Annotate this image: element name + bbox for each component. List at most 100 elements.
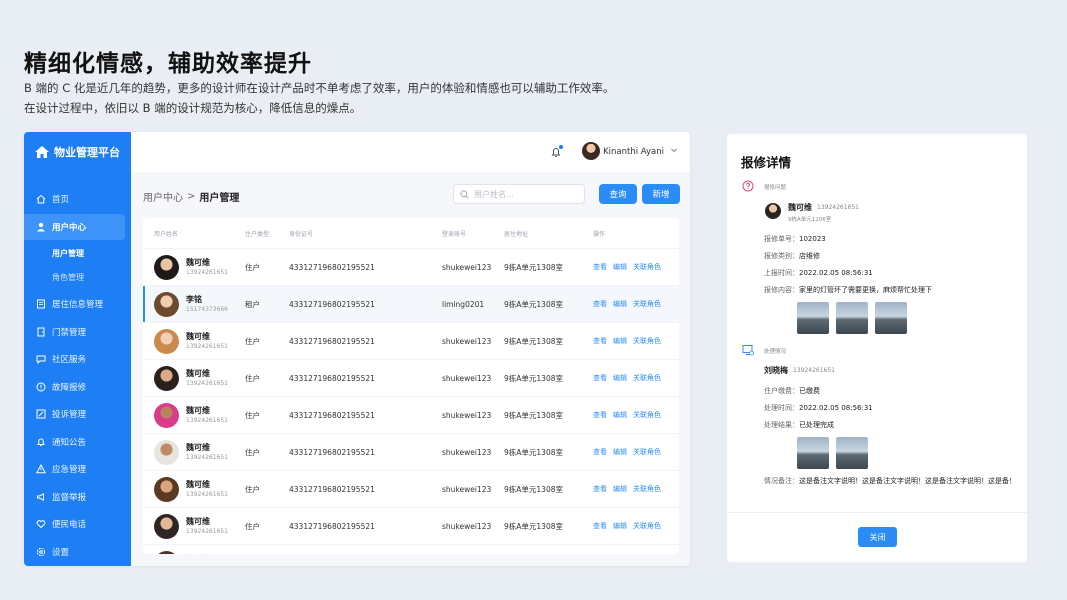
sidebar-item-repair[interactable]: 故障报修 — [24, 374, 131, 400]
megaphone-icon — [37, 492, 44, 501]
view-link[interactable]: 查看 — [593, 521, 607, 531]
view-link[interactable]: 查看 — [593, 447, 607, 457]
link-role-link[interactable]: 关联角色 — [633, 410, 661, 420]
cell-user: 魏可维13924261651 — [143, 550, 245, 554]
brand[interactable]: 物业管理平台 — [24, 132, 131, 172]
edit-link[interactable]: 编辑 — [613, 521, 627, 531]
user-name[interactable]: Kinanthi Ayani — [603, 147, 664, 157]
field-label: 报修类别： — [764, 252, 799, 260]
breadcrumb: 用户中心 > 用户管理 — [143, 189, 239, 204]
result-photo[interactable] — [836, 437, 868, 469]
chevron-down-icon[interactable] — [670, 146, 678, 154]
query-button[interactable]: 查询 — [599, 184, 637, 204]
sidebar-item-label: 应急管理 — [52, 465, 87, 475]
cell-ops: 查看 编辑 关联角色 — [593, 336, 679, 346]
link-role-link[interactable]: 关联角色 — [633, 521, 661, 531]
cell-account: shukewei123 — [442, 373, 492, 383]
result-photo[interactable] — [797, 437, 829, 469]
field-value: 2022.02.05 08:56:31 — [799, 269, 873, 277]
table-row[interactable]: 魏可维13924261651住户433127196802195521shukew… — [143, 322, 679, 359]
cell-type: 住户 — [245, 447, 260, 457]
sidebar-subitem-role-mgmt[interactable]: 角色管理 — [24, 266, 131, 290]
field-value: 这是备注文字说明！这是备注文字说明！这是备注文字说明！这是备！ — [799, 477, 1016, 485]
sidebar-item-label: 居住信息管理 — [52, 300, 104, 310]
cell-user: 魏可维13924261651 — [143, 365, 245, 391]
link-role-link[interactable]: 关联角色 — [633, 262, 661, 272]
sidebar-item-residence[interactable]: 居住信息管理 — [24, 291, 131, 317]
edit-link[interactable]: 编辑 — [613, 410, 627, 420]
sidebar-item-home[interactable]: 首页 — [24, 186, 131, 212]
field-label: 处理时间： — [764, 404, 799, 412]
table-header: 用户姓名 住户类型 身份证号 登录账号 居住地址 操作 — [143, 218, 679, 248]
sidebar-item-phone[interactable]: 便民电话 — [24, 511, 131, 537]
sidebar-item-label: 用户中心 — [52, 222, 87, 233]
view-link[interactable]: 查看 — [593, 262, 607, 272]
sidebar-item-user-center[interactable]: 用户中心 — [24, 213, 125, 240]
search-box[interactable] — [453, 184, 585, 204]
edit-link[interactable]: 编辑 — [613, 447, 627, 457]
sidebar-item-label: 设置 — [52, 547, 70, 558]
cell-ops: 查看 编辑 关联角色 — [593, 299, 679, 309]
view-link[interactable]: 查看 — [593, 410, 607, 420]
sidebar-item-settings[interactable]: 设置 — [24, 539, 131, 565]
cell-type: 租户 — [245, 299, 260, 309]
repair-photo[interactable] — [836, 302, 868, 334]
table-row[interactable]: 魏可维13924261651住户433127196802195521shukew… — [143, 359, 679, 396]
sidebar-item-emergency[interactable]: 应急管理 — [24, 456, 131, 482]
user-name: 魏可维 — [186, 258, 210, 267]
search-input[interactable] — [474, 189, 574, 199]
table-row[interactable]: 魏可维13924261651住户433127196802195521shukew… — [143, 248, 679, 285]
brand-name: 物业管理平台 — [54, 146, 120, 159]
close-button[interactable]: 关闭 — [858, 527, 897, 547]
repair-detail-panel: 报修详情 报修问题 魏可维 13924261651 9栋A单元1206室 报修单… — [727, 134, 1027, 562]
view-link[interactable]: 查看 — [593, 484, 607, 494]
link-role-link[interactable]: 关联角色 — [633, 373, 661, 383]
reporter-address: 9栋A单元1206室 — [788, 217, 832, 223]
col-header-account: 登录账号 — [442, 230, 467, 238]
user-name: 魏可维 — [186, 332, 210, 341]
view-link[interactable]: 查看 — [593, 336, 607, 346]
table-row[interactable]: 李铭 15174373666 租户 433127196802195521 liming0… — [143, 285, 679, 322]
add-button[interactable]: 新增 — [642, 184, 680, 204]
link-role-link[interactable]: 关联角色 — [633, 336, 661, 346]
edit-link[interactable]: 编辑 — [613, 336, 627, 346]
link-role-link[interactable]: 关联角色 — [633, 484, 661, 494]
table-row[interactable]: 魏可维13924261651住户433127196802195521shukew… — [143, 396, 679, 433]
cell-ops: 查看 编辑 关联角色 — [593, 447, 679, 457]
user-phone: 15174373666 — [186, 306, 228, 313]
table-row[interactable]: 魏可维13924261651住户433127196802195521shukew… — [143, 470, 679, 507]
link-role-link[interactable]: 关联角色 — [633, 299, 661, 309]
repair-photo[interactable] — [875, 302, 907, 334]
table-row[interactable]: 魏可维13924261651住户433127196802195521shukew… — [143, 507, 679, 544]
breadcrumb-parent[interactable]: 用户中心 — [143, 189, 183, 204]
sidebar-item-community[interactable]: 社区服务 — [24, 346, 131, 372]
view-link[interactable]: 查看 — [593, 299, 607, 309]
sidebar-subitem-user-mgmt[interactable]: 用户管理 — [24, 242, 131, 266]
table-row[interactable]: 魏可维13924261651住户433127196802195521shukew… — [143, 544, 679, 554]
edit-link[interactable]: 编辑 — [613, 373, 627, 383]
field-value: 店维修 — [799, 252, 820, 260]
edit-link[interactable]: 编辑 — [613, 299, 627, 309]
sidebar-item-access[interactable]: 门禁管理 — [24, 319, 131, 345]
cell-id-number: 433127196802195521 — [289, 447, 375, 457]
table-row[interactable]: 魏可维13924261651住户433127196802195521shukew… — [143, 433, 679, 470]
user-info: 魏可维13924261651 — [186, 553, 228, 554]
divider — [727, 512, 1027, 513]
gear-icon — [36, 547, 46, 556]
edit-link[interactable]: 编辑 — [613, 262, 627, 272]
sidebar-item-notice[interactable]: 通知公告 — [24, 429, 131, 455]
cell-ops: 查看 编辑 关联角色 — [593, 410, 679, 420]
user-info: 李铭 15174373666 — [186, 294, 228, 314]
cell-type: 住户 — [245, 373, 260, 383]
edit-link[interactable]: 编辑 — [613, 484, 627, 494]
avatar[interactable] — [582, 142, 600, 160]
user-name: 魏可维 — [186, 480, 210, 489]
cell-address: 9栋A单元1308室 — [504, 299, 563, 309]
sidebar-item-report[interactable]: 监督举报 — [24, 484, 131, 510]
repair-photo[interactable] — [797, 302, 829, 334]
cell-ops: 查看 编辑 关联角色 — [593, 521, 679, 531]
sidebar-item-complaint[interactable]: 投诉管理 — [24, 401, 131, 427]
cell-address: 9栋A单元1308室 — [504, 447, 563, 457]
view-link[interactable]: 查看 — [593, 373, 607, 383]
link-role-link[interactable]: 关联角色 — [633, 447, 661, 457]
